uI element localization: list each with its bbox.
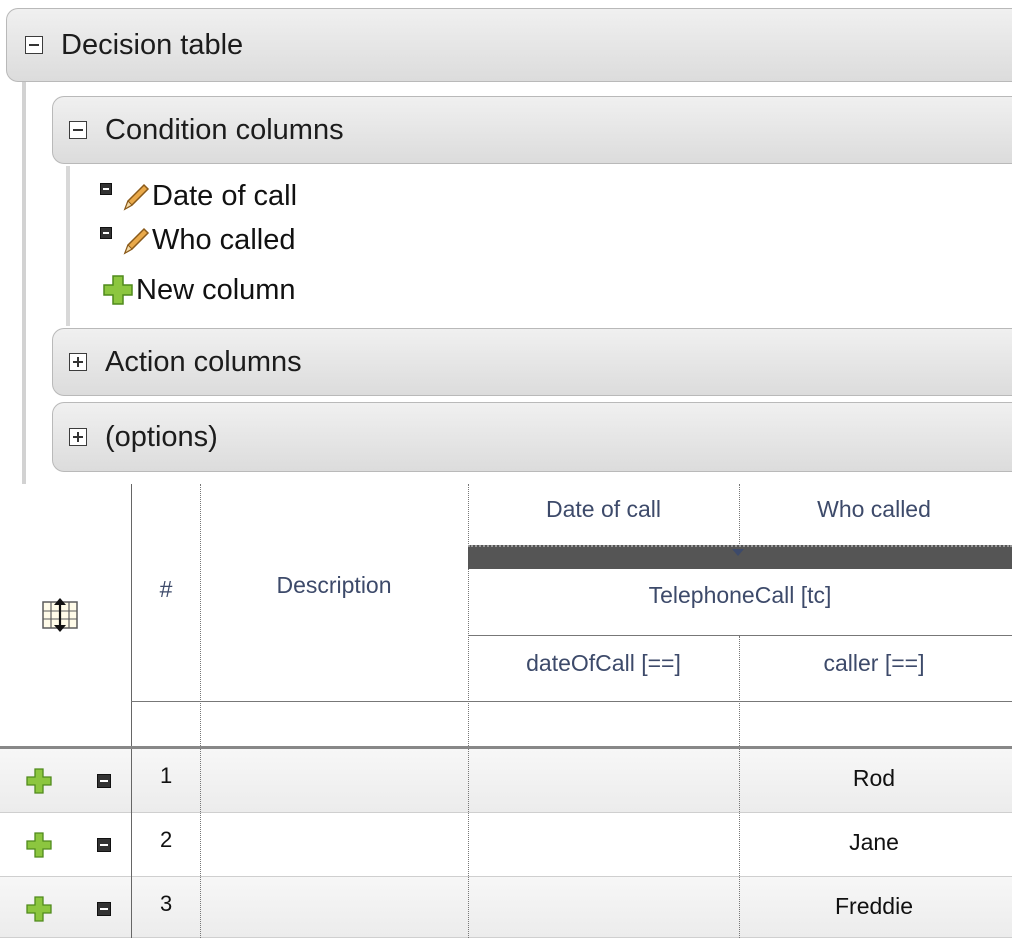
add-row-icon[interactable] [24,894,54,924]
delete-row-icon[interactable] [97,774,111,788]
grid-divider [739,749,740,938]
row-number: 2 [160,827,173,852]
condition-columns-header[interactable]: Condition columns [52,96,1012,164]
grid-divider [131,701,1012,702]
table-row[interactable]: 2 Jane [0,813,1012,877]
remove-icon[interactable] [100,227,112,239]
description-header[interactable]: Description [200,572,468,599]
new-column-label[interactable]: New column [136,274,296,307]
table-row[interactable]: 1 Rod [0,749,1012,813]
grid-divider [468,749,469,938]
column-header-date-of-call[interactable]: Date of call [468,496,739,523]
expand-icon[interactable] [69,428,87,446]
column-order-icon[interactable] [40,594,80,634]
who-called-cell[interactable]: Jane [740,829,1008,856]
pattern-bar[interactable] [468,545,1012,569]
table-row[interactable]: 3 Freddie [0,877,1012,938]
options-title: (options) [105,420,218,453]
action-columns-title: Action columns [105,345,302,378]
grid-divider [200,749,201,938]
condition-column-item[interactable]: Who called [100,220,295,260]
pattern-header[interactable]: TelephoneCall [tc] [468,582,1012,609]
condition-columns-title: Condition columns [105,113,344,146]
row-number: 3 [160,891,173,916]
expand-icon[interactable] [69,353,87,371]
pencil-icon[interactable] [120,224,152,256]
field-header-date-of-call[interactable]: dateOfCall [==] [468,650,739,677]
tree-guide-line [22,82,26,484]
options-header[interactable]: (options) [52,402,1012,472]
add-row-icon[interactable] [24,766,54,796]
dropdown-arrow-icon[interactable] [732,549,744,556]
delete-row-icon[interactable] [97,902,111,916]
condition-column-label[interactable]: Who called [152,224,295,257]
grid-divider [468,635,1012,636]
decision-table-header[interactable]: Decision table [6,8,1012,82]
grid-divider [131,749,132,938]
new-column-link[interactable]: New column [100,270,296,310]
collapse-icon[interactable] [69,121,87,139]
delete-row-icon[interactable] [97,838,111,852]
tree-guide-line [66,166,70,326]
add-row-icon[interactable] [24,830,54,860]
remove-icon[interactable] [100,183,112,195]
column-header-who-called[interactable]: Who called [739,496,1009,523]
who-called-cell[interactable]: Rod [740,765,1008,792]
condition-column-label[interactable]: Date of call [152,180,297,213]
decision-table-title: Decision table [61,28,244,61]
action-columns-header[interactable]: Action columns [52,328,1012,396]
number-header: # [159,576,173,602]
field-header-caller[interactable]: caller [==] [739,650,1009,677]
condition-column-item[interactable]: Date of call [100,176,297,216]
who-called-cell[interactable]: Freddie [740,893,1008,920]
row-number: 1 [160,763,173,788]
pencil-icon[interactable] [120,180,152,212]
collapse-icon[interactable] [25,36,43,54]
add-icon[interactable] [100,272,136,308]
decision-grid: # Description Date of call Who called Te… [0,484,1012,938]
